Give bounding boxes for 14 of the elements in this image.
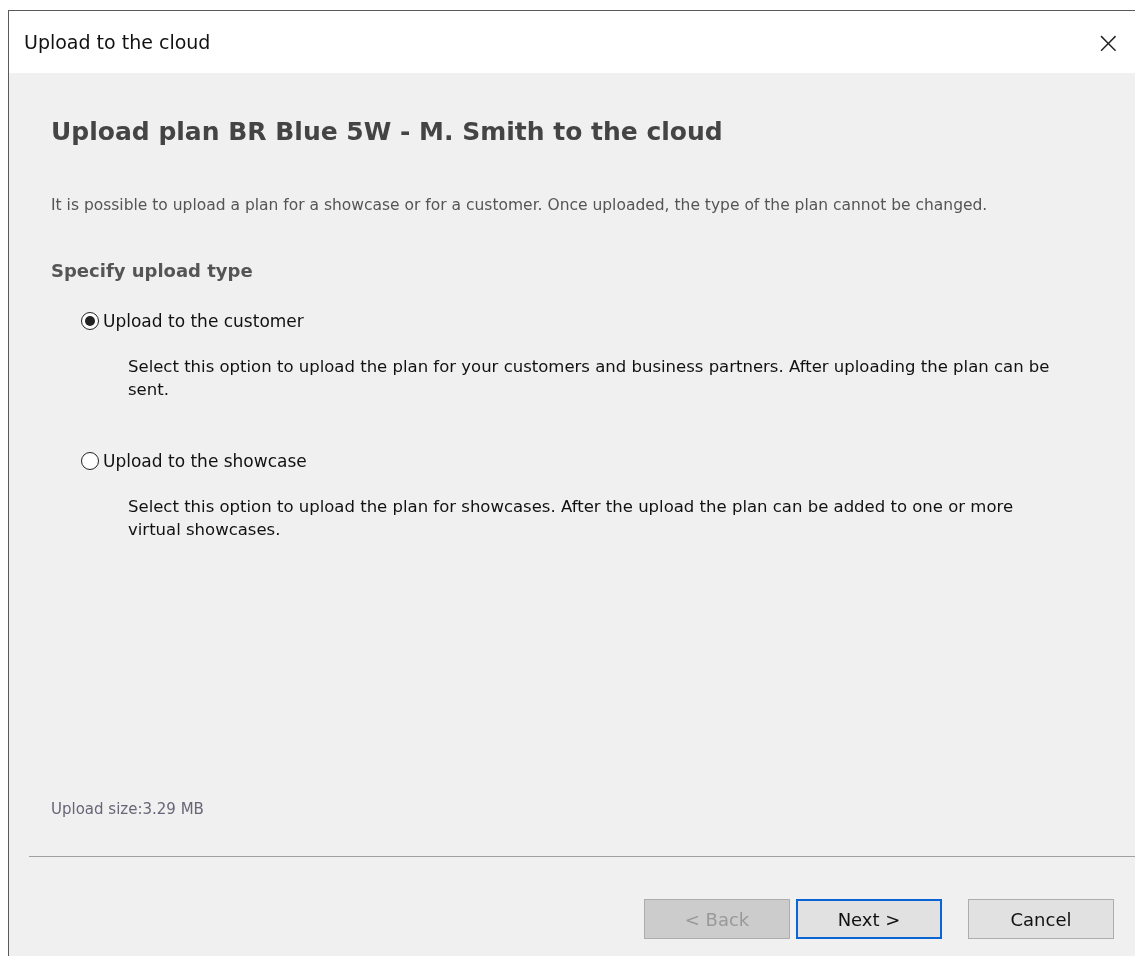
close-button[interactable]: × (1089, 24, 1127, 60)
window-title: Upload to the cloud (24, 31, 211, 53)
dialog-button[interactable]: Cancel (968, 899, 1114, 939)
radio-button[interactable] (81, 312, 99, 330)
option-description: Select this option to upload the plan for your customers and business partners. After uploading the plan can be sent. (128, 356, 1051, 401)
radio-button[interactable] (81, 452, 99, 470)
section-title: Specify upload type (51, 260, 254, 281)
page-heading: Upload plan BR Blue 5W - M. Smith to the cloud (51, 117, 724, 146)
upload-size-text: Upload size:3.29 MB (51, 800, 205, 818)
option-description: Select this option to upload the plan for showcases. After the upload the plan can be added to one or more virtual showcases. (128, 496, 1015, 541)
radio-label[interactable]: Upload to the customer (103, 311, 304, 331)
description-text: It is possible to upload a plan for a showcase or for a customer. Once uploaded, the type of the plan cannot be changed. (51, 195, 989, 216)
dialog-button[interactable]: Next > (796, 899, 942, 939)
radio-label[interactable]: Upload to the showcase (103, 451, 307, 471)
